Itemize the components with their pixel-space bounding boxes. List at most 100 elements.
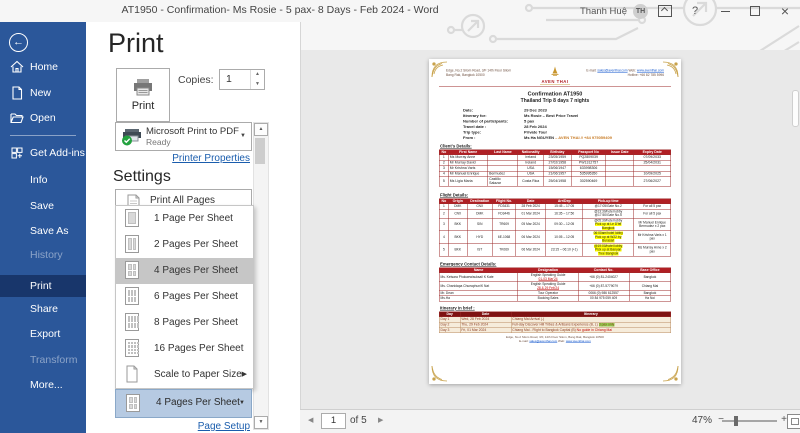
zoom-to-page-icon[interactable]	[787, 414, 800, 429]
new-document-icon	[10, 86, 24, 100]
confirmation-title: Confirmation AT1950	[439, 91, 671, 97]
menu-item-6-pages-per-sheet[interactable]: 6 Pages Per Sheet	[116, 284, 253, 310]
scroll-up-icon[interactable]: ▲	[254, 123, 268, 136]
gold-ornament-icon	[431, 61, 448, 78]
scrollbar-thumb[interactable]	[255, 138, 265, 164]
close-icon[interactable]: ×	[772, 1, 798, 21]
two-pages-icon	[125, 235, 139, 253]
home-icon	[10, 60, 24, 74]
user-name[interactable]: Thanh Huệ	[580, 6, 627, 17]
copies-decrement-icon[interactable]: ▼	[251, 80, 264, 90]
help-icon[interactable]: ?	[682, 1, 708, 21]
sidebar-item-info[interactable]: Info	[0, 169, 86, 191]
menu-item-16-pages-per-sheet[interactable]: 16 Pages Per Sheet	[116, 336, 253, 362]
flight-details-table: NoOriginDestinationFlight No.DateArr/Dep…	[439, 199, 671, 257]
previous-page-icon[interactable]: ◀	[308, 416, 313, 424]
copies-increment-icon[interactable]: ▲	[251, 70, 264, 80]
one-page-icon	[125, 209, 139, 227]
zoom-percent[interactable]: 47%	[692, 415, 712, 426]
print-button[interactable]: Print	[116, 68, 170, 122]
printer-status: Ready	[146, 137, 171, 147]
minimize-icon[interactable]	[712, 1, 738, 21]
printer-properties-link[interactable]: Printer Properties	[172, 153, 250, 164]
menu-item-2-pages-per-sheet[interactable]: 2 Pages Per Sheet	[116, 232, 253, 258]
gold-ornament-icon	[662, 365, 679, 382]
preview-statusbar: ◀ 1 of 5 ▶ 47% − +	[300, 409, 800, 433]
sidebar-item-get-add-ins[interactable]: Get Add-ins	[0, 142, 86, 164]
printer-name: Microsoft Print to PDF	[146, 126, 239, 137]
trip-title: Thailand Trip 8 days 7 nights	[439, 98, 671, 104]
printer-selector[interactable]: Microsoft Print to PDF Ready ▼	[115, 122, 252, 151]
page-number-input[interactable]: 1	[321, 413, 346, 429]
sidebar-item-new[interactable]: New	[0, 82, 86, 104]
company-logo: AVEN THAI	[531, 67, 579, 86]
trip-info-block: Date:29 Dec 2023 Itinerary for:Ms Rosie …	[463, 108, 671, 141]
client-details-table: NoFirst NameLast NameNationalityBirthday…	[439, 150, 671, 187]
open-folder-icon	[10, 111, 24, 125]
emergency-section-title: Emergency Contact Details:	[440, 262, 671, 267]
sidebar-divider	[10, 135, 76, 136]
company-address: Edge, No.2 Silom Road, 3/F 14th Floor Si…	[446, 66, 531, 78]
print-button-label: Print	[132, 100, 155, 112]
sidebar-item-home[interactable]: Home	[0, 56, 86, 78]
sidebar-item-save-as[interactable]: Save As	[0, 220, 86, 242]
titlebar: AT1950 - Confirmation- Ms Rosie - 5 pax-…	[0, 0, 800, 22]
copies-value[interactable]: 1	[226, 73, 232, 85]
pages-per-sheet-dropdown-icon: ▼	[239, 400, 245, 406]
four-pages-icon	[125, 261, 139, 279]
pages-per-sheet-value: 4 Pages Per Sheet	[156, 397, 240, 408]
copies-label: Copies:	[178, 74, 214, 86]
window-title: AT1950 - Confirmation- Ms Rosie - 5 pax-…	[0, 4, 560, 16]
company-contact: E-mail: sales@aventhai.com Web: www.aven…	[579, 66, 664, 78]
sidebar-item-export[interactable]: Export	[0, 323, 86, 345]
copies-stepper[interactable]: 1 ▲ ▼	[219, 69, 265, 90]
zoom-slider-thumb[interactable]	[734, 416, 738, 426]
page-count-label: of 5	[350, 415, 367, 426]
menu-item-8-pages-per-sheet[interactable]: 8 Pages Per Sheet	[116, 310, 253, 336]
document-footer: Edge, No.2 Silom Road, 3/F, 14th Floor S…	[439, 336, 671, 344]
pages-per-sheet-dropdown[interactable]: 4 Pages Per Sheet ▼	[115, 389, 252, 418]
settings-scrollbar[interactable]: ▲ ▼	[253, 122, 269, 430]
six-pages-icon	[125, 287, 139, 305]
web-link: www.aventhai.com	[637, 69, 664, 73]
zoom-slider[interactable]	[722, 420, 777, 422]
maximize-icon[interactable]	[742, 1, 768, 21]
preview-scrollbar-thumb[interactable]	[792, 90, 799, 127]
menu-item-1-page-per-sheet[interactable]: 1 Page Per Sheet	[116, 206, 253, 232]
settings-title: Settings	[113, 168, 171, 186]
printer-icon	[132, 78, 154, 97]
itinerary-section-title: Itinerary in brief :	[440, 305, 671, 310]
scroll-down-icon[interactable]: ▼	[254, 416, 268, 429]
gold-ornament-icon	[431, 365, 448, 382]
gold-ornament-icon	[662, 61, 679, 78]
printer-ready-icon	[121, 127, 143, 146]
sidebar-item-open[interactable]: Open	[0, 107, 86, 129]
add-ins-icon	[10, 146, 24, 160]
back-button[interactable]: ←	[9, 33, 28, 52]
sidebar-item-save[interactable]: Save	[0, 195, 86, 217]
hotline: Hotline: +66 82 785 5996	[628, 73, 664, 77]
sidebar-item-more[interactable]: More...	[0, 374, 86, 396]
document-preview-page: Edge, No.2 Silom Road, 3/F 14th Floor Si…	[429, 59, 681, 384]
document-header: Edge, No.2 Silom Road, 3/F 14th Floor Si…	[439, 65, 671, 87]
backstage-sidebar: ← Home New Open Get Add-ins Info Save Sa…	[0, 22, 86, 433]
print-panel: Print Print Copies: 1 ▲ ▼ Microsoft Prin…	[86, 22, 301, 433]
sidebar-item-share[interactable]: Share	[0, 298, 86, 320]
four-pages-icon	[126, 394, 140, 412]
ribbon-display-options-icon[interactable]	[652, 1, 678, 21]
clients-section-title: Client's Details:	[440, 144, 671, 149]
logo-text: AVEN THAI	[531, 79, 579, 84]
eight-pages-icon	[125, 313, 139, 331]
page-title: Print	[108, 28, 164, 59]
emergency-contact-table: NameDesignationContact No.Base OfficeMs.…	[439, 268, 671, 302]
next-page-icon[interactable]: ▶	[378, 416, 383, 424]
sixteen-pages-icon	[125, 339, 139, 357]
menu-item-scale-to-paper-size[interactable]: Scale to Paper Size ▶	[116, 362, 253, 388]
menu-item-4-pages-per-sheet[interactable]: 4 Pages Per Sheet	[116, 258, 253, 284]
sidebar-item-transform: Transform	[0, 349, 86, 371]
sidebar-item-print[interactable]: Print	[0, 275, 86, 297]
printer-dropdown-icon[interactable]: ▼	[240, 133, 246, 139]
page-setup-link[interactable]: Page Setup	[198, 421, 250, 432]
itinerary-table: DayDateItineraryDay 1Wed, 28 Feb 2024Chi…	[439, 311, 671, 333]
user-avatar[interactable]: TH	[633, 4, 648, 19]
